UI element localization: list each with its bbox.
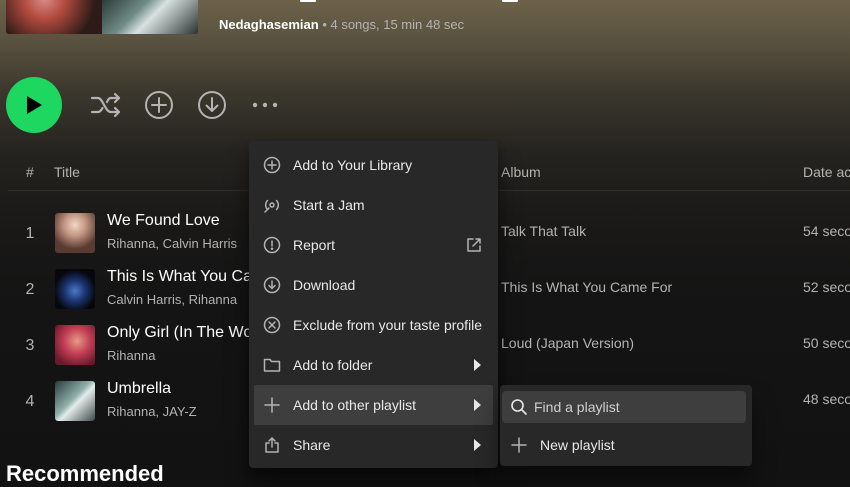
shuffle-icon bbox=[90, 92, 121, 118]
menu-item-exclude-taste-profile[interactable]: Exclude from your taste profile bbox=[254, 305, 493, 345]
chevron-right-icon bbox=[474, 439, 481, 451]
menu-item-label: Add to Your Library bbox=[293, 157, 413, 173]
plus-icon bbox=[511, 437, 527, 453]
track-album[interactable]: Talk That Talk bbox=[501, 223, 586, 239]
plus-circle-icon bbox=[263, 156, 281, 174]
menu-item-label: Add to other playlist bbox=[293, 397, 416, 413]
track-artists[interactable]: Calvin Harris, Rihanna bbox=[107, 292, 237, 307]
menu-item-label: Exclude from your taste profile bbox=[293, 317, 483, 333]
column-header-number: # bbox=[26, 164, 34, 180]
track-artwork bbox=[55, 325, 95, 365]
new-playlist-label: New playlist bbox=[540, 437, 615, 453]
jam-icon bbox=[263, 196, 281, 214]
track-title[interactable]: Umbrella bbox=[107, 380, 171, 398]
menu-item-label: Add to folder bbox=[293, 357, 373, 373]
menu-item-label: Start a Jam bbox=[293, 197, 365, 213]
track-artists[interactable]: Rihanna bbox=[107, 348, 155, 363]
more-icon bbox=[252, 102, 278, 108]
play-button[interactable] bbox=[6, 77, 62, 133]
plus-icon bbox=[263, 396, 281, 414]
add-to-library-button[interactable] bbox=[143, 89, 175, 121]
external-link-icon bbox=[465, 236, 483, 254]
find-playlist-input[interactable] bbox=[534, 399, 734, 415]
download-icon bbox=[198, 91, 226, 119]
menu-item-add-to-other-playlist[interactable]: Add to other playlist bbox=[254, 385, 493, 425]
more-options-button[interactable] bbox=[249, 89, 281, 121]
download-button[interactable] bbox=[196, 89, 228, 121]
search-icon bbox=[511, 399, 527, 415]
new-playlist-item[interactable]: New playlist bbox=[502, 429, 746, 461]
track-date-added: 52 seco bbox=[803, 279, 850, 295]
menu-item-label: Download bbox=[293, 277, 356, 293]
cover-tile bbox=[102, 0, 198, 34]
track-artists[interactable]: Rihanna, Calvin Harris bbox=[107, 236, 237, 251]
track-date-added: 54 seco bbox=[803, 223, 850, 239]
owner-link[interactable]: Nedaghasemian bbox=[219, 17, 319, 32]
playlist-title-cropped bbox=[300, 0, 518, 2]
menu-item-report[interactable]: Report bbox=[254, 225, 493, 265]
find-playlist-field[interactable] bbox=[502, 391, 746, 423]
playlist-cover[interactable] bbox=[6, 0, 198, 34]
column-header-date-added[interactable]: Date ac bbox=[803, 164, 850, 180]
track-number: 1 bbox=[25, 225, 35, 242]
chevron-right-icon bbox=[474, 399, 481, 411]
menu-item-label: Share bbox=[293, 437, 331, 453]
track-title[interactable]: This Is What You Car bbox=[107, 268, 257, 286]
plus-circle-icon bbox=[145, 91, 173, 119]
track-album[interactable]: This Is What You Came For bbox=[501, 279, 672, 295]
track-artwork bbox=[55, 381, 95, 421]
column-header-title[interactable]: Title bbox=[54, 164, 80, 180]
shuffle-button[interactable] bbox=[90, 89, 122, 121]
menu-item-download[interactable]: Download bbox=[254, 265, 493, 305]
playlist-submenu: New playlist bbox=[500, 385, 752, 466]
menu-item-label: Report bbox=[293, 237, 336, 253]
track-title[interactable]: Only Girl (In The Wo bbox=[107, 324, 252, 342]
chevron-right-icon bbox=[474, 359, 481, 371]
exclude-icon bbox=[263, 316, 281, 334]
play-icon bbox=[27, 96, 42, 114]
recommended-heading: Recommended bbox=[6, 461, 164, 486]
playlist-meta: Nedaghasemian • 4 songs, 15 min 48 sec bbox=[219, 17, 464, 32]
track-artwork bbox=[55, 269, 95, 309]
menu-item-add-to-library[interactable]: Add to Your Library bbox=[254, 145, 493, 185]
track-number: 3 bbox=[25, 337, 35, 354]
column-header-album[interactable]: Album bbox=[501, 164, 541, 180]
track-album[interactable]: Loud (Japan Version) bbox=[501, 335, 634, 351]
menu-item-add-to-folder[interactable]: Add to folder bbox=[254, 345, 493, 385]
cover-tile bbox=[6, 0, 102, 34]
track-date-added: 48 seco bbox=[803, 391, 850, 407]
share-icon bbox=[263, 436, 281, 454]
track-artwork bbox=[55, 213, 95, 253]
track-artists[interactable]: Rihanna, JAY-Z bbox=[107, 404, 197, 419]
track-number: 2 bbox=[25, 281, 35, 298]
download-icon bbox=[263, 276, 281, 294]
report-icon bbox=[263, 236, 281, 254]
menu-item-start-jam[interactable]: Start a Jam bbox=[254, 185, 493, 225]
playlist-stats: • 4 songs, 15 min 48 sec bbox=[318, 17, 465, 32]
track-number: 4 bbox=[25, 393, 35, 410]
track-title[interactable]: We Found Love bbox=[107, 212, 220, 230]
folder-icon bbox=[263, 356, 281, 374]
menu-item-share[interactable]: Share bbox=[254, 425, 493, 465]
track-date-added: 50 seco bbox=[803, 335, 850, 351]
context-menu: Add to Your Library Start a Jam Report D… bbox=[249, 141, 498, 468]
